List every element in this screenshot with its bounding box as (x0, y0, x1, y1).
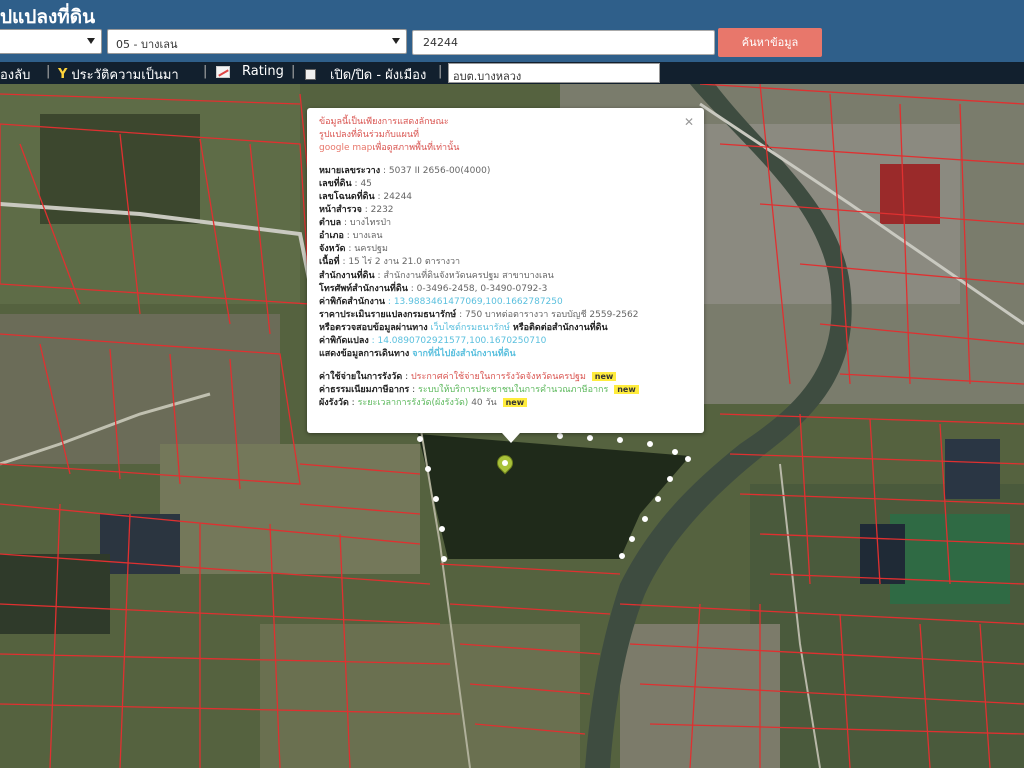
check-rest: หรือติดต่อสำนักงานที่ดิน (512, 322, 608, 333)
search-button[interactable]: ค้นหาข้อมูล (718, 28, 822, 57)
popup-row-value: : นครปฐม (345, 244, 388, 255)
popup-row-label: เลขโฉนดที่ดิน (319, 192, 375, 203)
google-map-link[interactable]: google map (319, 143, 372, 153)
new-badge: new (614, 384, 639, 394)
fee-label: ค่าใช้จ่ายในการรังวัด (319, 371, 403, 382)
warning-line: เพื่อดูสภาพพื้นที่เท่านั้น (372, 143, 460, 154)
amphoe-select-value: 05 - บางเลน (116, 38, 178, 51)
close-icon[interactable]: ✕ (684, 114, 694, 131)
chart-icon (216, 65, 230, 78)
time-link[interactable]: ระยะเวลาการรังวัด(ผังรังวัด) (358, 398, 469, 408)
checkbox-icon[interactable] (305, 69, 316, 80)
parcel-info-popup: ✕ ข้อมูลนี้เป็นเพียงการแสดงลักษณะ รูปแปล… (307, 108, 704, 443)
chevron-down-icon (87, 38, 95, 44)
warning-line: ข้อมูลนี้เป็นเพียงการแสดงลักษณะ (319, 117, 449, 127)
toolbar-divider: | (438, 64, 443, 79)
tax-label: ค่าธรรมเนียมภาษีอากร (319, 384, 410, 395)
popup-row-label: จังหวัด (319, 244, 346, 255)
popup-row: โทรศัพท์สำนักงานที่ดิน : 0-3496-2458, 0-… (319, 283, 692, 296)
city-plan-label: เปิด/ปิด - ผังเมือง (330, 68, 427, 83)
popup-row-value: : บางไทรป่า (341, 218, 392, 229)
province-select[interactable] (0, 29, 102, 54)
toolbar-item-left-label: องลับ (0, 68, 31, 83)
popup-row: เนื้อที่ : 15 ไร่ 2 งาน 21.0 ตารางวา (319, 256, 692, 269)
page-title: ปแปลงที่ดิน (0, 6, 96, 28)
check-row: หรือตรวจสอบข้อมูลผ่านทาง เว็บไซต์กรมธนาร… (319, 322, 692, 335)
route-row: แสดงข้อมูลการเดินทาง จากที่นี่ไปยังสำนัก… (319, 348, 692, 361)
parcel-number-input[interactable]: 24244 (412, 30, 715, 55)
route-label: แสดงข้อมูลการเดินทาง (319, 348, 410, 359)
history-icon: Y (58, 67, 68, 82)
popup-row-value: : 24244 (374, 192, 413, 203)
amphoe-select[interactable]: 05 - บางเลน (107, 29, 407, 54)
location-search-input[interactable]: อบต.บางหลวง (448, 63, 660, 83)
city-plan-toggle[interactable]: เปิด/ปิด - ผังเมือง (305, 64, 426, 85)
warning-line: รูปแปลงที่ดินร่วมกับแผนที่ (319, 130, 420, 141)
history-label: ประวัติความเป็นมา (71, 68, 179, 83)
land-coord-label: ค่าพิกัดแปลง (319, 335, 369, 346)
time-row: ผังรังวัด : ระยะเวลาการรังวัด(ผังรังวัด)… (319, 397, 692, 410)
office-coord-row: ค่าพิกัดสำนักงาน : 13.9883461477069,100.… (319, 296, 692, 309)
popup-row-label: โทรศัพท์สำนักงานที่ดิน (319, 283, 408, 294)
toolbar-divider: | (203, 64, 208, 79)
time-value: 40 วัน (468, 397, 497, 408)
route-link[interactable]: จากที่นี่ไปยังสำนักงานที่ดิน (412, 349, 515, 359)
new-badge: new (502, 397, 528, 407)
popup-row-value: : 45 (351, 179, 372, 190)
header-bar: ปแปลงที่ดิน 05 - บางเลน 24244 ค้นหาข้อมู… (0, 0, 1024, 62)
popup-row-value: : 5037 II 2656-00(4000) (380, 166, 491, 177)
office-coord-label: ค่าพิกัดสำนักงาน (319, 296, 386, 307)
popup-row-label: เนื้อที่ (319, 257, 340, 268)
price-value: : 750 บาทต่อตารางวา รอบบัญชี 2559-2562 (456, 309, 639, 320)
treasury-link[interactable]: เว็บไซต์กรมธนารักษ์ (431, 323, 510, 333)
new-badge: new (591, 371, 617, 381)
popup-row-value: : 2232 (361, 205, 394, 216)
popup-row: จังหวัด : นครปฐม (319, 243, 692, 256)
land-coord-row: ค่าพิกัดแปลง : 14.0890702921577,100.1670… (319, 335, 692, 348)
popup-row-label: อำเภอ (319, 231, 344, 242)
popup-row-value: : บางเลน (343, 231, 383, 242)
toolbar-divider: | (291, 64, 296, 79)
price-row: ราคาประเมินรายแปลงกรมธนารักษ์ : 750 บาทต… (319, 309, 692, 322)
price-label: ราคาประเมินรายแปลงกรมธนารักษ์ (319, 309, 457, 320)
popup-row: สำนักงานที่ดิน : สำนักงานที่ดินจังหวัดนค… (319, 270, 692, 283)
page: ปแปลงที่ดิน 05 - บางเลน 24244 ค้นหาข้อมู… (0, 0, 1024, 768)
popup-row-value: : 15 ไร่ 2 งาน 21.0 ตารางวา (339, 257, 461, 268)
popup-row-label: ตำบล (319, 218, 342, 229)
popup-row: เลขที่ดิน : 45 (319, 178, 692, 191)
rating-label: Rating (242, 64, 284, 79)
land-coord-value[interactable]: : 14.0890702921577,100.1670250710 (369, 336, 547, 346)
tax-row: ค่าธรรมเนียมภาษีอากร : ระบบให้บริการประช… (319, 384, 692, 397)
toolbar-divider: | (46, 64, 51, 79)
toolbar-item-left[interactable]: องลับ (0, 64, 30, 85)
fee-link[interactable]: ประกาศค่าใช้จ่ายในการรังวัดจังหวัดนครปฐม (411, 372, 586, 382)
chevron-down-icon (392, 38, 400, 44)
popup-tail (502, 433, 520, 443)
popup-row-value: : สำนักงานที่ดินจังหวัดนครปฐม สาขาบางเลน (374, 270, 554, 281)
tax-link[interactable]: ระบบให้บริการประชาชนในการคำนวณภาษีอากร (418, 385, 608, 395)
history-button[interactable]: Y ประวัติความเป็นมา (58, 64, 179, 85)
rating-button[interactable]: Rating (216, 64, 284, 79)
popup-warning: ข้อมูลนี้เป็นเพียงการแสดงลักษณะ รูปแปลงท… (319, 116, 692, 155)
popup-row: อำเภอ : บางเลน (319, 230, 692, 243)
time-label: ผังรังวัด (319, 397, 349, 408)
popup-row-label: หน้าสำรวจ (319, 205, 362, 216)
popup-row-value: : 0-3496-2458, 0-3490-0792-3 (407, 283, 548, 294)
popup-row: ตำบล : บางไทรป่า (319, 217, 692, 230)
popup-row: เลขโฉนดที่ดิน : 24244 (319, 191, 692, 204)
fee-row: ค่าใช้จ่ายในการรังวัด : ประกาศค่าใช้จ่าย… (319, 371, 692, 384)
popup-row: หมายเลขระวาง : 5037 II 2656-00(4000) (319, 165, 692, 178)
popup-row-label: หมายเลขระวาง (319, 166, 381, 177)
popup-row: หน้าสำรวจ : 2232 (319, 204, 692, 217)
check-label: หรือตรวจสอบข้อมูลผ่านทาง (319, 322, 428, 333)
popup-details: หมายเลขระวาง : 5037 II 2656-00(4000) เลขท… (319, 165, 692, 295)
office-coord-value[interactable]: : 13.9883461477069,100.1662787250 (385, 297, 563, 307)
popup-row-label: เลขที่ดิน (319, 179, 352, 190)
popup-row-label: สำนักงานที่ดิน (319, 270, 375, 281)
